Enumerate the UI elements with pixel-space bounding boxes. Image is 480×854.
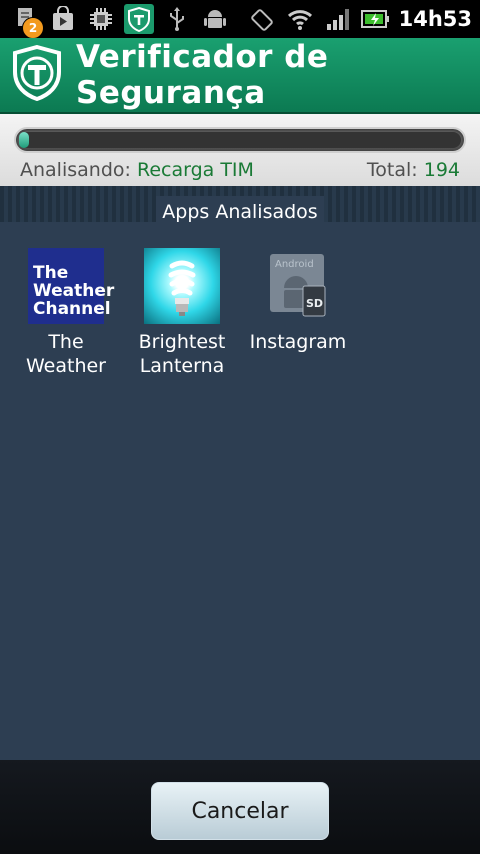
analyzing-status: Analisando: Recarga TIM xyxy=(20,159,254,181)
page-title: Verificador de Segurança xyxy=(76,39,329,111)
cancel-button[interactable]: Cancelar xyxy=(151,782,329,840)
progress-fill xyxy=(19,132,29,148)
rotate-icon xyxy=(247,4,277,34)
scan-progress-bar xyxy=(14,127,466,153)
wifi-icon xyxy=(285,4,315,34)
app-header: Verificador de Segurança xyxy=(0,38,480,114)
analyzing-app-name: Recarga TIM xyxy=(136,159,254,181)
shield-app-icon xyxy=(124,4,154,34)
scan-status-row: Analisando: Recarga TIM Total: 194 xyxy=(20,159,460,181)
weather-icon-text-3: Channel xyxy=(33,299,111,319)
shield-t-icon xyxy=(12,44,62,105)
app-item-the-weather[interactable]: The Weather Channel The Weather xyxy=(16,248,116,378)
status-bar: 2 14h53 xyxy=(0,0,480,39)
app-item-brightest-lanterna[interactable]: Brightest Lanterna xyxy=(132,248,232,378)
weather-icon-text-1: The xyxy=(33,263,69,283)
scanned-apps-list: The Weather Channel The Weather Brightes… xyxy=(16,248,348,378)
shop-bag-icon xyxy=(48,4,78,34)
android-sd-icon: Android SD xyxy=(260,248,336,324)
scan-progress-panel: Analisando: Recarga TIM Total: 194 xyxy=(0,114,480,186)
android-debug-icon xyxy=(200,4,230,34)
clock: 14h53 xyxy=(398,7,472,31)
battery-icon xyxy=(360,4,391,34)
app-item-instagram[interactable]: Android SD Instagram xyxy=(248,248,348,378)
notification-icon: 2 xyxy=(10,4,44,39)
notification-count-badge: 2 xyxy=(22,17,44,39)
signal-icon xyxy=(323,4,353,34)
chip-icon xyxy=(86,4,116,34)
app-label: The Weather xyxy=(26,331,106,377)
total-status: Total: 194 xyxy=(367,159,460,181)
analyzing-label: Analisando: xyxy=(20,159,131,181)
android-sd-icon-label: Android xyxy=(275,259,314,270)
footer-bar: Cancelar xyxy=(0,760,480,854)
weather-icon-text-2: Weather xyxy=(33,281,115,301)
scanned-apps-area: Apps Analisados The Weather Channel The … xyxy=(0,186,480,760)
app-label: Brightest Lanterna xyxy=(138,331,226,377)
total-label: Total: xyxy=(366,159,418,181)
weather-channel-icon: The Weather Channel xyxy=(28,248,115,324)
usb-icon xyxy=(162,4,192,34)
progress-track xyxy=(19,132,461,148)
section-title: Apps Analisados xyxy=(156,196,324,228)
android-sd-icon-badge: SD xyxy=(306,297,323,310)
app-label: Instagram xyxy=(249,331,347,353)
lightbulb-icon xyxy=(144,248,220,324)
total-count: 194 xyxy=(423,159,460,181)
